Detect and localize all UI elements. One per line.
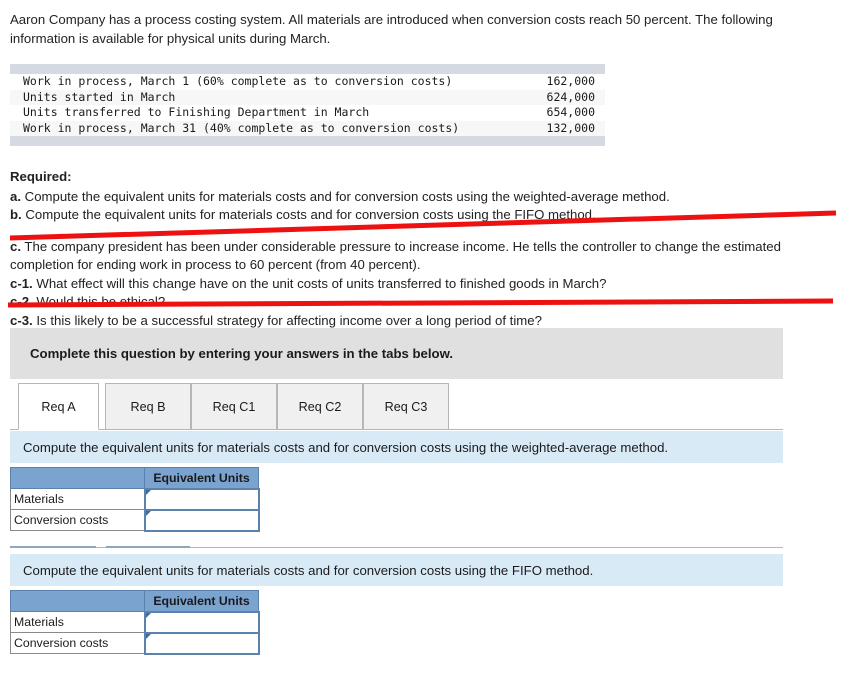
requirement-item-c: c. The company president has been under … — [10, 238, 848, 275]
fifo-row-label-conversion-costs: Conversion costs — [10, 632, 145, 654]
requirements-block: Required: a. Compute the equivalent unit… — [10, 168, 848, 330]
requirement-c3-marker: c-3. — [10, 312, 33, 328]
facts-row-value: 624,000 — [536, 89, 605, 105]
remnant-tab-2 — [106, 546, 190, 551]
fifo-header-blank — [10, 590, 145, 612]
panel-b-instruction-text: Compute the equivalent units for materia… — [23, 562, 594, 578]
requirement-item-a: a. Compute the equivalent units for mate… — [10, 188, 848, 207]
facts-row-value: 654,000 — [546, 105, 595, 119]
complete-question-banner: Complete this question by entering your … — [10, 328, 783, 379]
requirement-c1-text: What effect will this change have on the… — [32, 275, 607, 291]
table-row: Units transferred to Finishing Departmen… — [10, 105, 605, 121]
table-row: Conversion costs — [10, 631, 260, 655]
facts-row-label: Units started in March — [10, 89, 537, 105]
wa-row-label-conversion-costs: Conversion costs — [10, 509, 145, 531]
requirement-c1-marker: c-1. — [10, 275, 33, 291]
facts-table-bottom-bar — [10, 136, 605, 146]
requirement-item-c2: c-2. Would this be ethical? — [10, 293, 848, 312]
facts-table: Work in process, March 1 (60% complete a… — [10, 74, 605, 136]
wa-input-conversion-costs[interactable] — [143, 508, 260, 532]
tab-req-c3-label: Req C3 — [384, 399, 428, 414]
requirement-b-marker: b. — [10, 207, 22, 222]
cell-marker-icon — [145, 510, 151, 516]
requirements-heading: Required: — [10, 169, 72, 184]
table-row: Materials — [10, 487, 260, 511]
tab-req-c1[interactable]: Req C1 — [191, 383, 277, 430]
requirement-c2-text: Would this be ethical? — [32, 294, 166, 309]
facts-row-value: 162,000 — [546, 74, 595, 88]
fifo-header-equivalent-units: Equivalent Units — [144, 590, 259, 612]
requirement-c-marker: c. — [10, 238, 21, 254]
tab-req-b-label: Req B — [130, 399, 166, 414]
panel-a-instruction-text: Compute the equivalent units for materia… — [23, 439, 669, 455]
facts-row-value: 132,000 — [536, 120, 605, 136]
tab-req-a[interactable]: Req A — [18, 383, 99, 430]
requirement-a-text: Compute the equivalent units for materia… — [21, 188, 670, 204]
weighted-average-answer-table: Equivalent Units Materials Conversion co… — [10, 467, 260, 532]
tab-req-b[interactable]: Req B — [105, 383, 191, 430]
requirement-a-marker: a. — [10, 188, 21, 204]
cell-marker-icon — [145, 489, 151, 495]
requirement-c2-marker: c-2. — [10, 294, 33, 309]
requirements-spacer — [10, 225, 848, 238]
panel-b-instruction-bar: Compute the equivalent units for materia… — [10, 554, 783, 586]
wa-input-materials[interactable] — [143, 487, 260, 511]
requirement-tab-strip: Req A Req B Req C1 Req C2 Req C3 — [10, 383, 783, 430]
table-row: Materials — [10, 610, 260, 634]
complete-question-text: Complete this question by entering your … — [30, 346, 454, 361]
table-row: Units started in March 624,000 — [10, 89, 605, 105]
facts-table-container: Work in process, March 1 (60% complete a… — [10, 64, 605, 146]
facts-row-label: Units transferred to Finishing Departmen… — [23, 105, 370, 119]
table-header-row: Equivalent Units — [10, 467, 259, 489]
wa-header-blank — [10, 467, 145, 489]
cell-marker-icon — [145, 633, 151, 639]
table-row: Work in process, March 31 (40% complete … — [10, 120, 605, 136]
facts-table-top-bar — [10, 64, 605, 74]
requirement-c-text: The company president has been under con… — [10, 238, 781, 273]
requirement-item-b: b. Compute the equivalent units for mate… — [10, 206, 848, 225]
fifo-row-label-materials: Materials — [10, 611, 145, 633]
fifo-input-materials[interactable] — [143, 610, 260, 634]
problem-statement-text: Aaron Company has a process costing syst… — [10, 12, 773, 46]
facts-row-label: Work in process, March 31 (40% complete … — [10, 120, 537, 136]
tab-req-c1-label: Req C1 — [212, 399, 256, 414]
requirement-item-c1: c-1. What effect will this change have o… — [10, 275, 848, 294]
table-row: Conversion costs — [10, 508, 260, 532]
tab-req-c2-label: Req C2 — [298, 399, 342, 414]
requirement-c3-text: Is this likely to be a successful strate… — [32, 312, 542, 328]
fifo-input-conversion-costs[interactable] — [143, 631, 260, 655]
tab-req-c3[interactable]: Req C3 — [363, 383, 449, 430]
panel-a-instruction-bar: Compute the equivalent units for materia… — [10, 431, 783, 463]
secondary-tab-strip-remnant — [10, 546, 783, 551]
fifo-answer-table: Equivalent Units Materials Conversion co… — [10, 590, 260, 655]
requirement-b-text: Compute the equivalent units for materia… — [21, 207, 596, 222]
cell-marker-icon — [145, 612, 151, 618]
facts-row-label: Work in process, March 1 (60% complete a… — [23, 74, 453, 88]
tab-req-c2[interactable]: Req C2 — [277, 383, 363, 430]
problem-statement: Aaron Company has a process costing syst… — [10, 10, 840, 48]
wa-header-equivalent-units: Equivalent Units — [144, 467, 259, 489]
tab-req-a-label: Req A — [41, 399, 76, 414]
table-row: Work in process, March 1 (60% complete a… — [10, 74, 605, 90]
table-header-row: Equivalent Units — [10, 590, 259, 612]
remnant-tab-1 — [10, 546, 96, 551]
wa-row-label-materials: Materials — [10, 488, 145, 510]
